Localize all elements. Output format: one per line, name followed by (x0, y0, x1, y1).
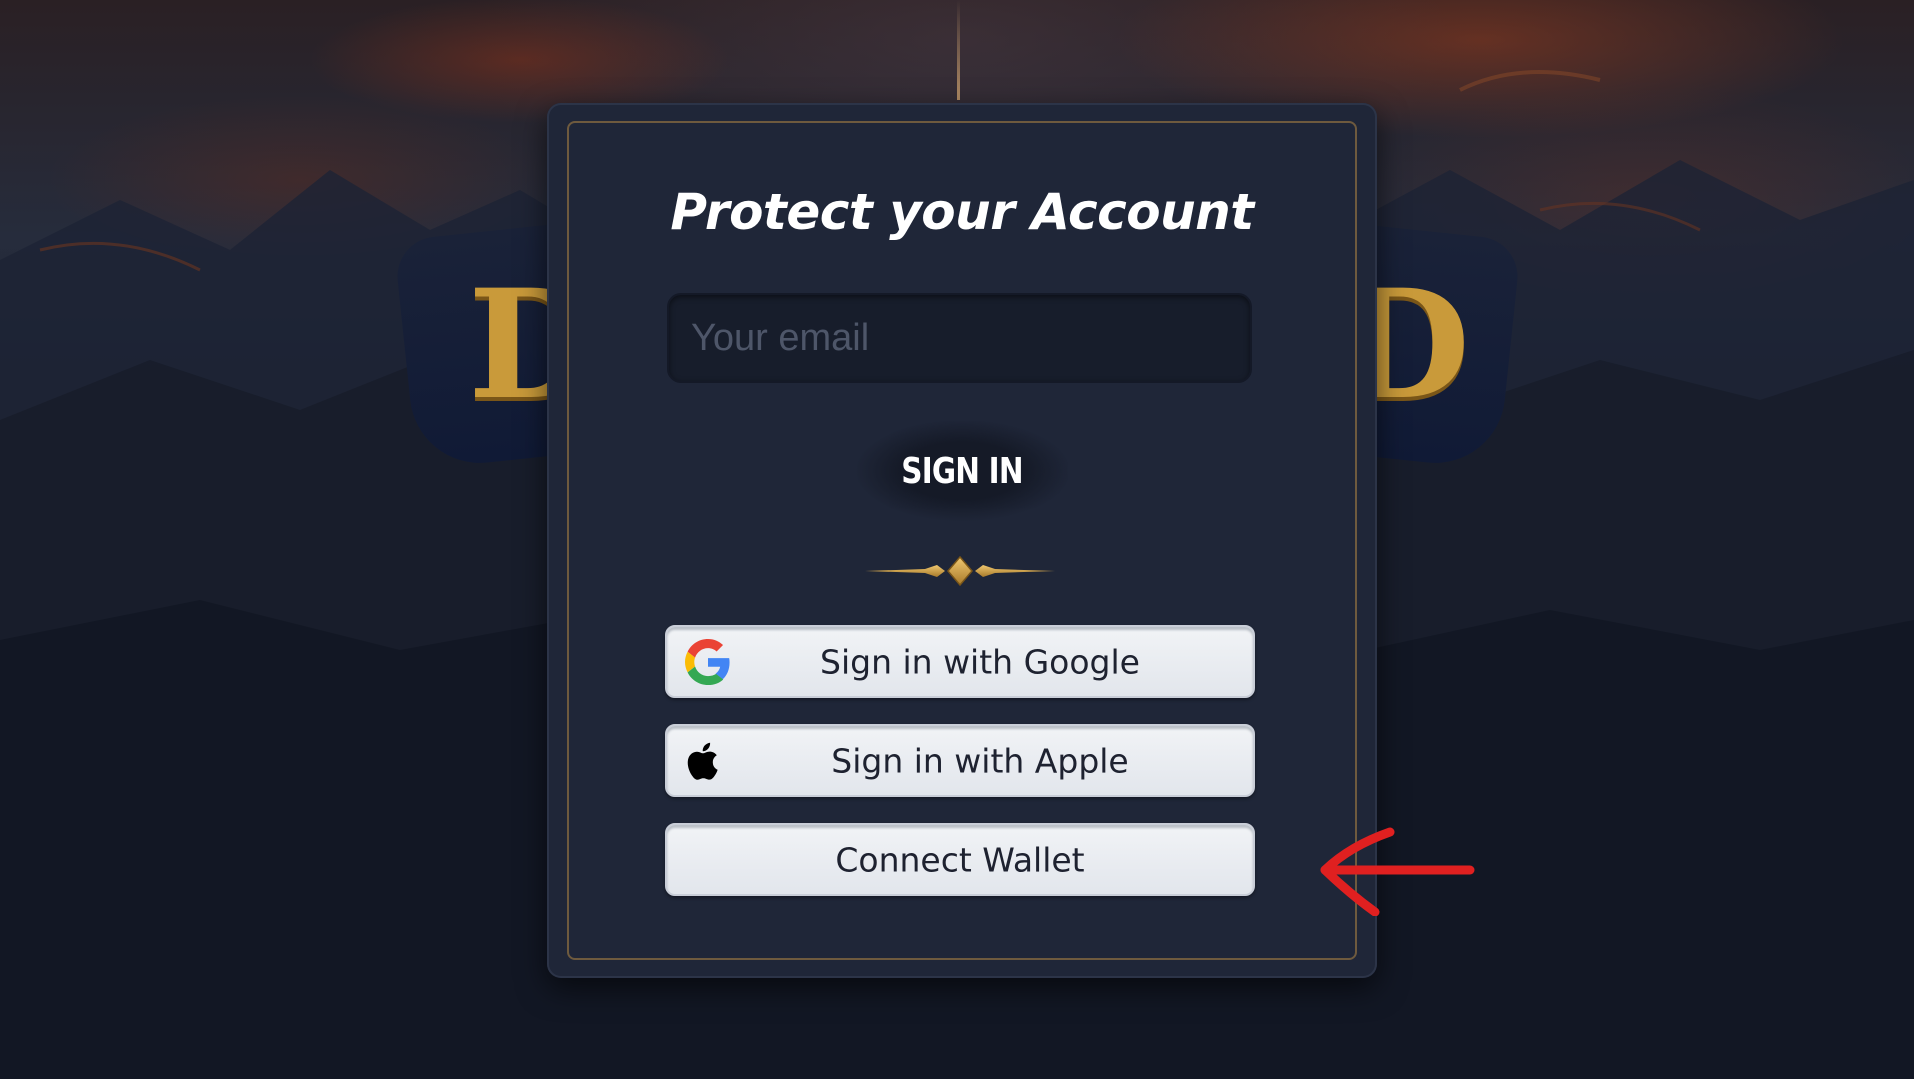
apple-sign-in-button[interactable]: Sign in with Apple (665, 724, 1255, 797)
email-input[interactable] (667, 293, 1252, 383)
red-arrow-icon (1320, 827, 1475, 916)
apple-button-label: Sign in with Apple (831, 741, 1129, 780)
google-button-label: Sign in with Google (820, 642, 1140, 681)
dialog-title: Protect your Account (670, 183, 1254, 241)
connect-wallet-button[interactable]: Connect Wallet (665, 823, 1255, 896)
google-sign-in-button[interactable]: Sign in with Google (665, 625, 1255, 698)
protect-account-dialog: Protect your Account SIGN IN Sign in wit… (547, 103, 1377, 978)
sign-in-button[interactable]: SIGN IN (856, 421, 1068, 521)
wallet-button-label: Connect Wallet (835, 840, 1085, 879)
gold-divider-ornament-icon (865, 555, 1055, 587)
light-beam (957, 0, 960, 100)
